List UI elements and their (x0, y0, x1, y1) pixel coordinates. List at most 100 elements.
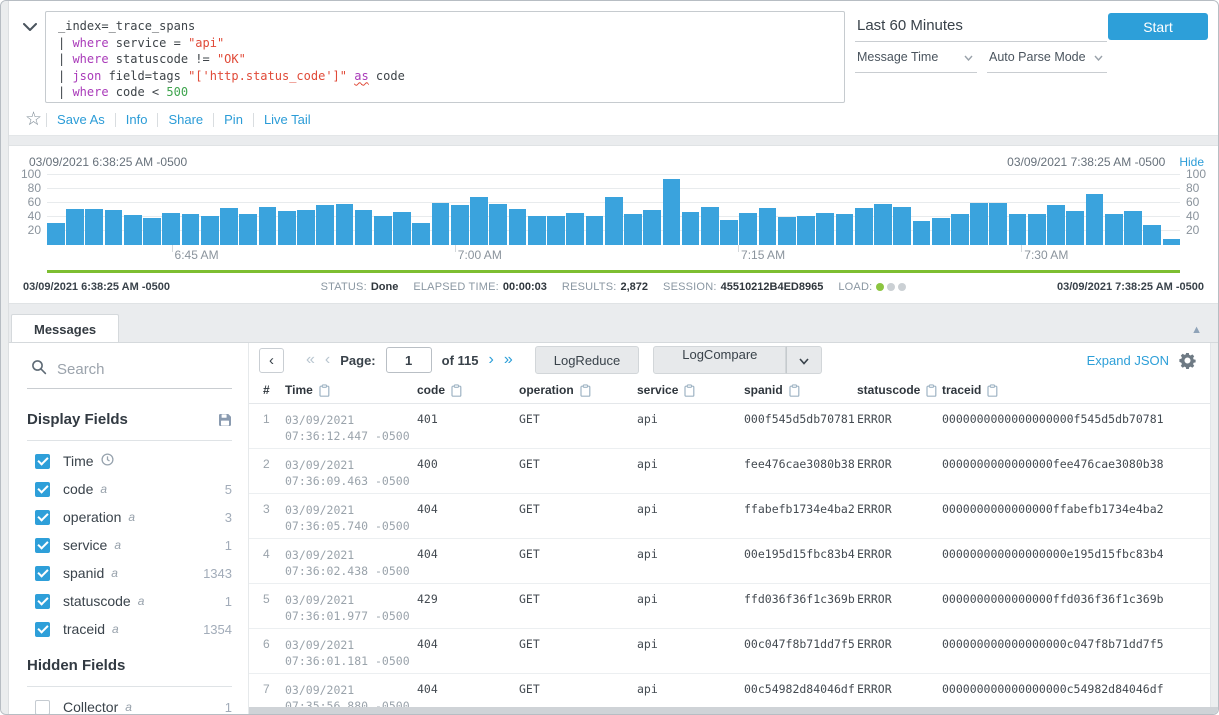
histogram-bar[interactable] (105, 210, 123, 245)
histogram-bar[interactable] (913, 221, 931, 246)
histogram-bar[interactable] (624, 214, 642, 245)
histogram-bar[interactable] (566, 213, 584, 245)
histogram-bar[interactable] (1009, 214, 1027, 245)
page-number-input[interactable] (386, 347, 432, 373)
sidebar-collapse-button[interactable]: ‹ (259, 348, 284, 373)
tab-messages[interactable]: Messages (11, 314, 119, 343)
copy-column-icon[interactable] (451, 384, 462, 397)
histogram-bar[interactable] (432, 203, 450, 245)
histogram-bar[interactable] (1028, 214, 1046, 245)
search-input[interactable] (57, 361, 217, 378)
histogram-bar[interactable] (989, 203, 1007, 245)
histogram-bar[interactable] (970, 203, 988, 245)
column-header-time[interactable]: Time (285, 383, 417, 397)
histogram-bar[interactable] (1047, 205, 1065, 245)
histogram-bar[interactable] (739, 213, 757, 245)
share-link[interactable]: Share (158, 112, 213, 127)
next-page-button[interactable]: › (489, 351, 494, 369)
table-row[interactable]: 203/09/202107:36:09.463 -0500400GETapife… (249, 449, 1218, 494)
histogram-bar[interactable] (239, 214, 257, 246)
column-header-operation[interactable]: operation (519, 383, 637, 397)
first-page-button[interactable]: « (306, 351, 315, 369)
collapse-panel-button[interactable]: ▲ (1191, 324, 1202, 342)
histogram-bar[interactable] (605, 197, 623, 245)
auto-parse-dropdown[interactable]: Auto Parse Mode (987, 42, 1107, 73)
copy-column-icon[interactable] (580, 384, 591, 397)
logcompare-menu-button[interactable] (786, 346, 822, 374)
favorite-star-icon[interactable]: ☆ (25, 113, 42, 127)
histogram-bar[interactable] (643, 210, 661, 245)
histogram-bar[interactable] (297, 210, 315, 245)
histogram-bar[interactable] (355, 210, 373, 245)
field-checkbox[interactable] (35, 538, 50, 553)
histogram-bar[interactable] (816, 213, 834, 245)
field-checkbox[interactable] (35, 510, 50, 525)
histogram-bar[interactable] (143, 218, 161, 245)
field-checkbox[interactable] (35, 566, 50, 581)
copy-column-icon[interactable] (789, 384, 800, 397)
histogram-bar[interactable] (663, 179, 681, 246)
logcompare-button[interactable]: LogCompare (653, 346, 786, 374)
histogram-bar[interactable] (874, 204, 892, 245)
column-header-num[interactable]: # (263, 383, 285, 397)
field-checkbox[interactable] (35, 594, 50, 609)
field-checkbox[interactable] (35, 700, 50, 715)
table-row[interactable]: 503/09/202107:36:01.977 -0500429GETapiff… (249, 584, 1218, 629)
histogram-bar[interactable] (259, 207, 277, 246)
histogram-bar[interactable] (162, 213, 180, 245)
column-header-code[interactable]: code (417, 383, 519, 397)
histogram-bar[interactable] (182, 214, 200, 245)
time-range-selector[interactable]: Last 60 Minutes (855, 15, 1107, 42)
histogram-bar[interactable] (528, 216, 546, 245)
expand-json-link[interactable]: Expand JSON (1087, 353, 1169, 368)
field-checkbox[interactable] (35, 482, 50, 497)
histogram-bar[interactable] (201, 216, 219, 245)
histogram-bar[interactable] (124, 215, 142, 245)
histogram-bar[interactable] (547, 216, 565, 245)
histogram-bar[interactable] (1086, 194, 1104, 245)
histogram-bar[interactable] (951, 214, 969, 245)
copy-column-icon[interactable] (319, 384, 330, 397)
copy-column-icon[interactable] (684, 384, 695, 397)
histogram-bar[interactable] (893, 207, 911, 246)
histogram-bar[interactable] (1124, 211, 1142, 245)
histogram-bar[interactable] (85, 209, 103, 245)
pin-link[interactable]: Pin (214, 112, 253, 127)
field-checkbox[interactable] (35, 454, 50, 469)
histogram-bar[interactable] (701, 207, 719, 246)
column-header-service[interactable]: service (637, 383, 744, 397)
histogram-bar[interactable] (855, 208, 873, 245)
histogram-bar[interactable] (412, 223, 430, 245)
histogram-bar[interactable] (278, 211, 296, 245)
copy-column-icon[interactable] (987, 384, 998, 397)
histogram-bar[interactable] (336, 204, 354, 245)
query-collapse-button[interactable] (15, 11, 45, 37)
histogram-bar[interactable] (451, 205, 469, 245)
save-fields-icon[interactable] (218, 413, 232, 427)
field-checkbox[interactable] (35, 622, 50, 637)
histogram-bar[interactable] (374, 216, 392, 245)
histogram-bar[interactable] (932, 218, 950, 245)
live-tail-link[interactable]: Live Tail (254, 112, 321, 127)
histogram-bar[interactable] (1143, 225, 1161, 245)
copy-column-icon[interactable] (926, 384, 937, 397)
logreduce-button[interactable]: LogReduce (535, 346, 640, 374)
histogram-bar[interactable] (66, 209, 84, 245)
histogram-bar[interactable] (720, 220, 738, 245)
column-header-traceid[interactable]: traceid (942, 383, 1202, 397)
histogram-bar[interactable] (778, 217, 796, 245)
column-header-statuscode[interactable]: statuscode (857, 383, 942, 397)
histogram-bar[interactable] (759, 208, 777, 245)
histogram-bar[interactable] (797, 216, 815, 245)
histogram-bar[interactable] (509, 209, 527, 245)
table-row[interactable]: 103/09/202107:36:12.447 -0500401GETapi00… (249, 404, 1218, 449)
table-row[interactable]: 403/09/202107:36:02.438 -0500404GETapi00… (249, 539, 1218, 584)
gear-icon[interactable] (1179, 352, 1196, 369)
horizontal-scrollbar[interactable] (249, 707, 1218, 714)
histogram-bar[interactable] (393, 212, 411, 245)
column-header-spanid[interactable]: spanid (744, 383, 857, 397)
histogram-bar[interactable] (316, 205, 334, 245)
start-button[interactable]: Start (1108, 13, 1208, 40)
message-time-dropdown[interactable]: Message Time (855, 42, 977, 73)
info-link[interactable]: Info (116, 112, 158, 127)
